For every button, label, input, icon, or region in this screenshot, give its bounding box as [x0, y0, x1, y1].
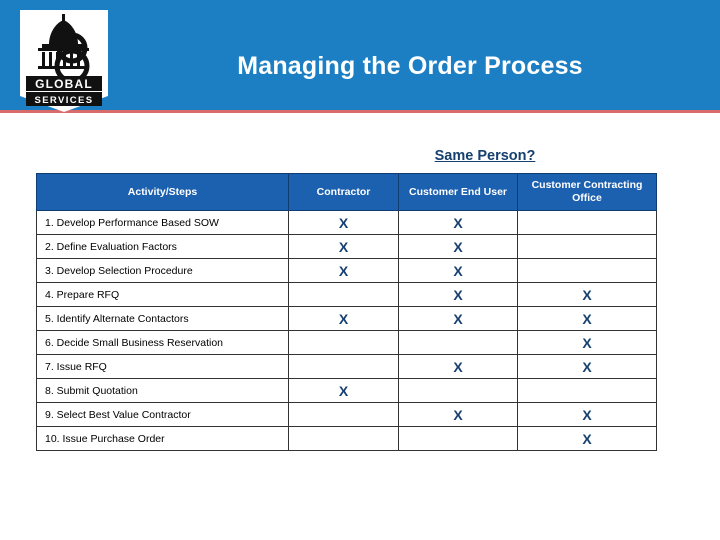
column-header-contractor: Contractor [288, 172, 399, 212]
global-services-logo: GLOBAL SERVICES [16, 4, 112, 116]
mark-cell-customer-end-user [398, 426, 518, 452]
table-row: 8. Submit Quotation X [36, 378, 657, 404]
activity-step-label: 10. Issue Purchase Order [36, 426, 289, 452]
mark-cell-customer-end-user: X [398, 258, 518, 284]
mark-cell-customer-contracting-office: X [517, 426, 657, 452]
mark-cell-contractor: X [288, 306, 399, 332]
table-row: 9. Select Best Value Contractor X X [36, 402, 657, 428]
mark-cell-contractor [288, 426, 399, 452]
activity-step-label: 9. Select Best Value Contractor [36, 402, 289, 428]
activity-step-label: 2. Define Evaluation Factors [36, 234, 289, 260]
mark-cell-contractor [288, 354, 399, 380]
mark-cell-contractor: X [288, 234, 399, 260]
mark-cell-customer-contracting-office: X [517, 402, 657, 428]
mark-cell-customer-end-user [398, 330, 518, 356]
page-title: Managing the Order Process [237, 52, 583, 80]
mark-cell-customer-contracting-office: X [517, 282, 657, 308]
table-row: 7. Issue RFQ X X [36, 354, 657, 380]
mark-cell-contractor: X [288, 258, 399, 284]
activity-step-label: 1. Develop Performance Based SOW [36, 210, 289, 236]
table-row: 1. Develop Performance Based SOW X X [36, 210, 657, 236]
table-row: 4. Prepare RFQ X X [36, 282, 657, 308]
mark-cell-contractor [288, 282, 399, 308]
mark-cell-customer-contracting-office: X [517, 354, 657, 380]
activity-step-label: 8. Submit Quotation [36, 378, 289, 404]
column-header-customer-contracting-office: Customer Contracting Office [517, 172, 657, 212]
column-header-activity: Activity/Steps [36, 172, 289, 212]
mark-cell-contractor [288, 402, 399, 428]
mark-cell-customer-contracting-office [517, 258, 657, 284]
mark-cell-customer-contracting-office: X [517, 306, 657, 332]
table-row: 10. Issue Purchase Order X [36, 426, 657, 452]
svg-text:GLOBAL: GLOBAL [35, 77, 93, 91]
mark-cell-contractor: X [288, 378, 399, 404]
activity-step-label: 7. Issue RFQ [36, 354, 289, 380]
mark-cell-customer-end-user: X [398, 354, 518, 380]
mark-cell-contractor [288, 330, 399, 356]
mark-cell-customer-contracting-office [517, 210, 657, 236]
table-header-row: Activity/Steps Contractor Customer End U… [36, 172, 657, 212]
column-header-customer-end-user: Customer End User [398, 172, 518, 212]
mark-cell-customer-end-user: X [398, 306, 518, 332]
table-row: 3. Develop Selection Procedure X X [36, 258, 657, 284]
mark-cell-contractor: X [288, 210, 399, 236]
table-row: 2. Define Evaluation Factors X X [36, 234, 657, 260]
activity-step-label: 5. Identify Alternate Contactors [36, 306, 289, 332]
same-person-annotation: Same Person? [434, 148, 536, 164]
activity-step-label: 4. Prepare RFQ [36, 282, 289, 308]
mark-cell-customer-contracting-office [517, 378, 657, 404]
activity-step-label: 3. Develop Selection Procedure [36, 258, 289, 284]
table-row: 6. Decide Small Business Reservation X [36, 330, 657, 356]
mark-cell-customer-end-user: X [398, 402, 518, 428]
svg-text:SERVICES: SERVICES [34, 95, 93, 106]
mark-cell-customer-contracting-office: X [517, 330, 657, 356]
mark-cell-customer-contracting-office [517, 234, 657, 260]
logo-graphic: GLOBAL SERVICES [20, 10, 108, 112]
order-process-matrix: Activity/Steps Contractor Customer End U… [36, 172, 657, 452]
activity-step-label: 6. Decide Small Business Reservation [36, 330, 289, 356]
mark-cell-customer-end-user [398, 378, 518, 404]
mark-cell-customer-end-user: X [398, 282, 518, 308]
mark-cell-customer-end-user: X [398, 234, 518, 260]
table-row: 5. Identify Alternate Contactors X X X [36, 306, 657, 332]
mark-cell-customer-end-user: X [398, 210, 518, 236]
